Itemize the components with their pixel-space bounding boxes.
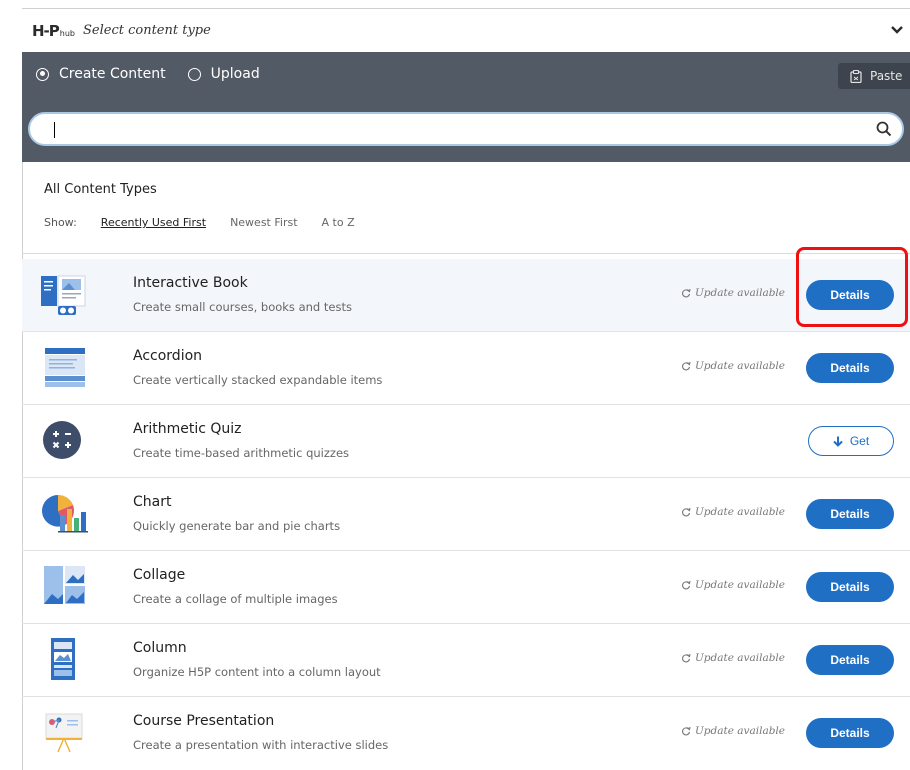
item-title: Interactive Book (133, 275, 248, 291)
item-description: Create a presentation with interactive s… (133, 738, 389, 752)
refresh-icon (681, 361, 691, 371)
tab-bar: Create Content Upload Paste (22, 52, 910, 96)
logo-text: H-P (32, 21, 60, 40)
chart-icon (42, 494, 88, 533)
tab-upload-label: Upload (210, 66, 260, 82)
arithmetic-quiz-icon (43, 421, 81, 459)
sort-newest[interactable]: Newest First (230, 216, 297, 229)
details-button[interactable]: Details (806, 718, 894, 748)
update-status: Update available (681, 506, 785, 518)
search-icon[interactable] (876, 121, 892, 137)
update-status: Update available (681, 287, 785, 299)
section-title: All Content Types (44, 182, 157, 197)
collage-icon (44, 566, 85, 604)
radio-unselected-icon[interactable] (187, 67, 201, 81)
tab-create-content-label: Create Content (59, 66, 166, 82)
item-description: Create a collage of multiple images (133, 592, 338, 606)
list-item[interactable]: Accordion Create vertically stacked expa… (22, 332, 910, 405)
item-title: Collage (133, 567, 186, 583)
content-type-filter: All Content Types Show: Recently Used Fi… (22, 162, 910, 254)
update-label: Update available (694, 579, 785, 591)
search-box[interactable] (28, 112, 904, 146)
list-item[interactable]: Collage Create a collage of multiple ima… (22, 551, 910, 624)
update-status: Update available (681, 725, 785, 737)
list-item[interactable]: Column Organize H5P content into a colum… (22, 624, 910, 697)
text-caret (54, 122, 55, 138)
hub-title: Select content type (83, 23, 211, 38)
paste-label: Paste (870, 69, 903, 83)
get-button[interactable]: Get (808, 426, 894, 456)
refresh-icon (681, 653, 691, 663)
item-title: Chart (133, 494, 172, 510)
sort-recently-used[interactable]: Recently Used First (101, 216, 206, 229)
column-icon (51, 638, 75, 680)
sort-options: Show: Recently Used First Newest First A… (44, 216, 355, 229)
update-status: Update available (681, 579, 785, 591)
get-label: Get (849, 434, 870, 448)
refresh-icon (681, 507, 691, 517)
update-label: Update available (694, 287, 785, 299)
details-button[interactable]: Details (806, 645, 894, 675)
update-label: Update available (694, 725, 785, 737)
details-button[interactable]: Details (806, 280, 894, 310)
refresh-icon (681, 288, 691, 298)
list-item[interactable]: Course Presentation Create a presentatio… (22, 697, 910, 770)
content-type-list: Interactive Book Create small courses, b… (22, 247, 910, 770)
show-label: Show: (44, 216, 77, 229)
interactive-book-icon (41, 275, 86, 315)
update-label: Update available (694, 360, 785, 372)
item-description: Organize H5P content into a column layou… (133, 665, 381, 679)
refresh-icon (681, 580, 691, 590)
accordion-icon (45, 348, 85, 387)
update-label: Update available (694, 652, 785, 664)
update-status: Update available (681, 360, 785, 372)
details-button[interactable]: Details (806, 353, 894, 383)
tab-create-content[interactable]: Create Content (36, 66, 166, 82)
chevron-down-icon[interactable] (890, 23, 904, 37)
search-area (22, 96, 910, 162)
search-input[interactable] (60, 118, 860, 140)
paste-button[interactable]: Paste (838, 63, 910, 89)
tab-upload[interactable]: Upload (187, 66, 260, 82)
item-description: Create time-based arithmetic quizzes (133, 446, 350, 460)
refresh-icon (681, 726, 691, 736)
list-item[interactable]: Arithmetic Quiz Create time-based arithm… (22, 405, 910, 478)
sort-a-to-z[interactable]: A to Z (322, 216, 355, 229)
item-title: Accordion (133, 348, 203, 364)
item-description: Create small courses, books and tests (133, 300, 352, 314)
hub-header[interactable]: H-P hub Select content type (22, 8, 910, 52)
list-item[interactable]: Chart Quickly generate bar and pie chart… (22, 478, 910, 551)
radio-selected-icon[interactable] (36, 67, 49, 81)
details-button[interactable]: Details (806, 499, 894, 529)
item-title: Course Presentation (133, 713, 275, 729)
h5p-hub-logo: H-P hub (32, 22, 75, 40)
details-button[interactable]: Details (806, 572, 894, 602)
update-status: Update available (681, 652, 785, 664)
list-item[interactable]: Interactive Book Create small courses, b… (22, 247, 910, 332)
item-title: Arithmetic Quiz (133, 421, 242, 437)
course-presentation-icon (45, 713, 83, 753)
item-description: Create vertically stacked expandable ite… (133, 373, 383, 387)
item-title: Column (133, 640, 187, 656)
item-description: Quickly generate bar and pie charts (133, 519, 341, 533)
update-label: Update available (694, 506, 785, 518)
download-arrow-icon (833, 436, 843, 447)
logo-subtext: hub (59, 28, 75, 38)
clipboard-icon (850, 69, 862, 83)
